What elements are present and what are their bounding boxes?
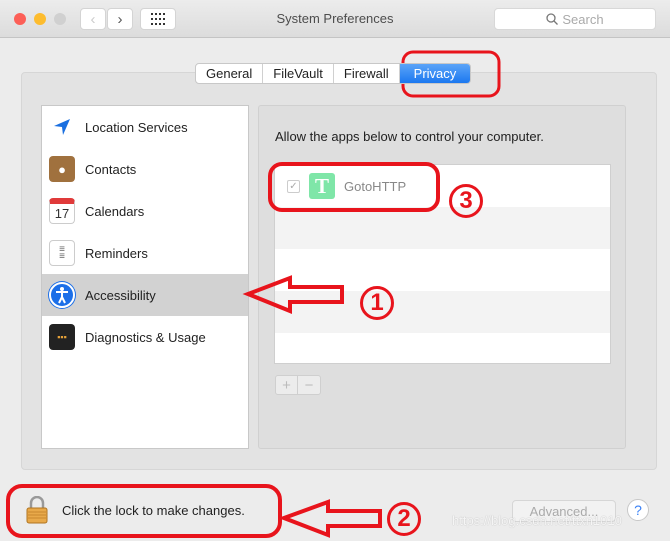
list-row-empty (275, 249, 610, 291)
annotation-number-3: 3 (449, 184, 483, 218)
sidebar-item-calendars[interactable]: 17 Calendars (42, 190, 248, 232)
list-row-empty (275, 207, 610, 249)
help-button[interactable]: ? (627, 499, 649, 521)
reminders-list-icon: ≡ ≡ (49, 240, 75, 266)
remove-app-button[interactable]: − (298, 376, 320, 394)
sidebar-item-reminders[interactable]: ≡ ≡ Reminders (42, 232, 248, 274)
location-arrow-icon (49, 114, 75, 140)
list-item[interactable]: ✓ T GotoHTTP (275, 165, 610, 207)
sidebar-item-label: Reminders (85, 245, 148, 261)
search-input[interactable]: Search (494, 8, 656, 30)
app-checkbox[interactable]: ✓ (287, 179, 300, 193)
sidebar-item-diagnostics-usage[interactable]: ▪▪▪ Diagnostics & Usage (42, 316, 248, 358)
title-bar: ‹ › System Preferences Search (0, 0, 670, 38)
watermark: https://blog.csdn.net/ttxn1010 (452, 513, 622, 528)
app-name: GotoHTTP (344, 178, 407, 194)
diagnostics-grid-icon: ▪▪▪ (49, 324, 75, 350)
contacts-book-icon: ● (49, 156, 75, 182)
sidebar-item-accessibility[interactable]: Accessibility (42, 274, 248, 316)
annotation-arrow-2 (278, 499, 382, 538)
sidebar-item-label: Diagnostics & Usage (85, 329, 206, 345)
sidebar-item-label: Location Services (85, 119, 188, 135)
tab-filevault[interactable]: FileVault (263, 64, 334, 83)
add-app-button[interactable]: + (276, 376, 298, 394)
gotohttp-app-icon: T (309, 173, 335, 199)
sidebar-item-label: Accessibility (85, 287, 156, 303)
lock-text: Click the lock to make changes. (62, 502, 245, 518)
sidebar-item-contacts[interactable]: ● Contacts (42, 148, 248, 190)
tab-general[interactable]: General (196, 64, 264, 83)
annotation-number-2: 2 (387, 502, 421, 536)
lock-icon[interactable] (26, 496, 48, 524)
add-remove-control: + − (275, 375, 321, 395)
list-row-empty (275, 291, 610, 333)
sidebar-item-label: Contacts (85, 161, 137, 177)
tab-firewall[interactable]: Firewall (334, 64, 400, 83)
accessibility-person-icon (49, 282, 75, 308)
app-list: ✓ T GotoHTTP (274, 164, 611, 364)
annotation-number-1: 1 (360, 286, 394, 320)
search-placeholder: Search (562, 11, 604, 27)
list-row-empty (275, 333, 610, 363)
lock-area[interactable]: Click the lock to make changes. (26, 496, 245, 524)
privacy-sidebar: Location Services ● Contacts 17 Calendar… (41, 105, 249, 449)
sidebar-item-label: Calendars (85, 203, 145, 219)
calendar-icon: 17 (49, 198, 75, 224)
sidebar-item-location-services[interactable]: Location Services (42, 106, 248, 148)
search-icon (546, 13, 559, 25)
instruction-text: Allow the apps below to control your com… (275, 129, 544, 144)
tab-bar: General FileVault Firewall Privacy (195, 63, 472, 84)
tab-privacy[interactable]: Privacy (399, 64, 471, 83)
